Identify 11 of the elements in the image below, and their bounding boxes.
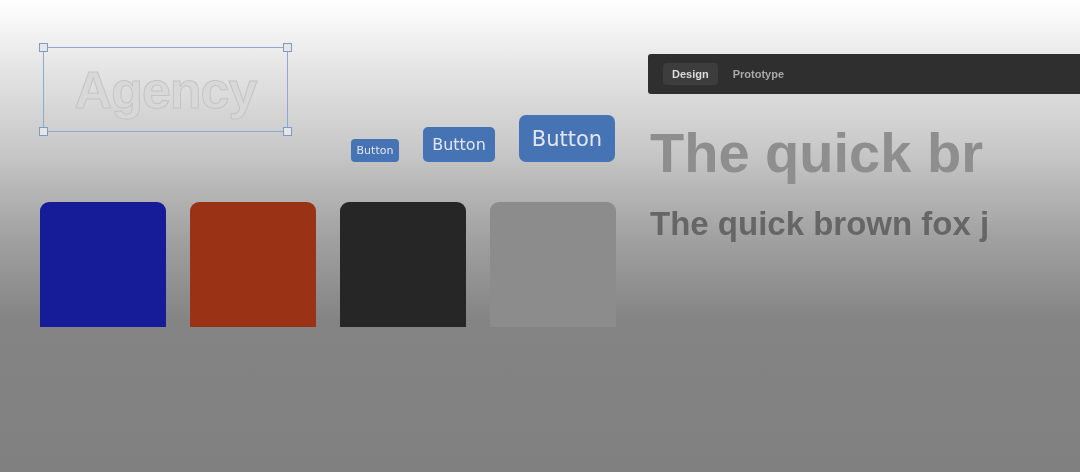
resize-handle[interactable] bbox=[39, 127, 48, 136]
tab[interactable]: Design bbox=[663, 63, 718, 85]
sample-heading: The quick brown fox j bbox=[650, 205, 991, 243]
button[interactable]: Button bbox=[351, 139, 399, 162]
sample-heading: The quick br bbox=[650, 120, 984, 185]
resize-handle[interactable] bbox=[283, 43, 292, 52]
resize-handle[interactable] bbox=[283, 127, 292, 136]
button[interactable]: Button bbox=[423, 127, 495, 162]
resize-handle[interactable] bbox=[39, 43, 48, 52]
button[interactable]: Button bbox=[519, 115, 615, 162]
tab[interactable]: Prototype bbox=[723, 63, 794, 85]
